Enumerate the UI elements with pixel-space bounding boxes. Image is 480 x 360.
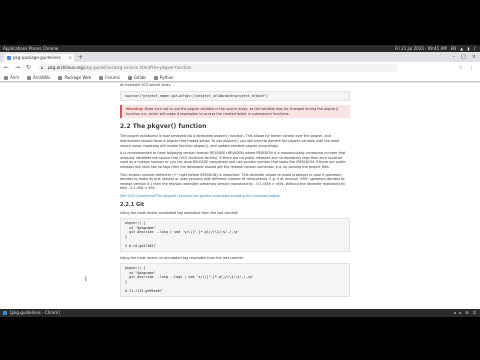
mouse-cursor-icon: I [85, 276, 87, 283]
window-controls: – □ × [453, 54, 476, 60]
warning-label: Warning: [126, 107, 144, 112]
maximize-icon[interactable]: □ [461, 54, 466, 60]
tray-left-icon[interactable]: ◂ [453, 309, 455, 317]
bookmark-icon [27, 75, 32, 80]
paragraph: It is recommended to have following vers… [120, 151, 346, 169]
minimize-icon[interactable]: – [453, 54, 456, 60]
browser-menu-icon[interactable]: ⋮ [469, 64, 474, 72]
bookmark-item[interactable]: Python [153, 74, 174, 81]
bookmark-label: ArchWiki [33, 74, 51, 80]
bookmark-icon [58, 75, 63, 80]
vcs-guidelines-link[interactable]: See VCS Guidelines#The pkgver() function… [120, 194, 350, 199]
page-content[interactable]: An example VCS source array: source=("pr… [0, 83, 480, 309]
new-tab-button[interactable]: + [78, 54, 83, 62]
os-datetime[interactable]: Fri 21 Jul 2023 · 09:41 AM [395, 45, 446, 52]
toolbar-actions: ☆ ⋮ [459, 64, 474, 72]
warning-text: Make sure not to use the pkgver variable… [126, 107, 339, 116]
code-block-source: source=("project_name::git+https://proje… [120, 90, 350, 102]
forward-icon[interactable]: → [15, 64, 20, 72]
battery-icon[interactable]: ▮ [467, 45, 469, 52]
paragraph: Using the most recent annotated tag reac… [120, 210, 239, 215]
video-frame: Applications Places Chrome Fri 21 Jul 20… [0, 0, 480, 360]
tab-pkg-guidelines[interactable]: pkg-package-guidelines × [4, 54, 74, 62]
bookmark-label: Python [159, 74, 174, 80]
os-taskbar: [pkg-guidelines - Chrom] ◂ ▸ ✉ ⏻ [0, 309, 480, 317]
bookmark-label: Gitlab [133, 74, 146, 80]
intro-text: An example VCS source array: [120, 83, 172, 87]
doc-body: An example VCS source array: source=("pr… [120, 83, 350, 301]
mail-icon[interactable]: ✉ [465, 309, 468, 317]
bookmark-item[interactable]: ArchWiki [27, 74, 50, 81]
browser-app-icon [3, 311, 7, 315]
paragraph: The pkgver autobump is now achieved via … [120, 134, 340, 148]
tab-close-icon[interactable]: × [69, 54, 72, 62]
section-heading-pkgver: 2.2 The pkgver() function [120, 123, 207, 131]
tray-right-icon[interactable]: ▸ [459, 309, 461, 317]
warning-admonition: Warning: Make sure not to use the pkgver… [120, 105, 350, 119]
wifi-icon[interactable]: ▲ [460, 45, 463, 52]
bookmark-icon [153, 75, 158, 80]
power-icon[interactable]: ⏻ [473, 309, 476, 317]
taskbar-item-label: [pkg-guidelines - Chrom] [10, 310, 60, 315]
os-tray: Fri 21 Jul 2023 · 09:41 AM EN ▲ ▮ ♪ [395, 45, 476, 52]
bookmarks-bar: Arch ArchWiki Package Web Forums Gitlab … [0, 74, 480, 82]
code-block-git-annotated: pkgver() { cd "$pkgname" git describe --… [120, 218, 350, 252]
url-host: pkg.archlinux.org [48, 65, 83, 70]
bookmark-icon [99, 75, 104, 80]
code-block-git-tags: pkgver() { cd "$pkgname" git describe --… [120, 263, 350, 297]
taskbar-item-browser[interactable]: [pkg-guidelines - Chrom] [3, 309, 60, 317]
close-window-icon[interactable]: × [472, 54, 476, 60]
tab-favicon-icon [7, 56, 11, 60]
bookmark-item[interactable]: Package Web [58, 74, 91, 81]
lock-icon[interactable]: 🔒︎ [41, 64, 43, 72]
back-icon[interactable]: ← [4, 64, 9, 72]
paragraph: The revision number delimiter ("r" right… [120, 172, 346, 191]
desktop-screen: Applications Places Chrome Fri 21 Jul 20… [0, 45, 480, 317]
os-top-panel: Applications Places Chrome Fri 21 Jul 20… [0, 45, 480, 52]
bookmark-item[interactable]: Arch [4, 74, 19, 81]
taskbar-tray: ◂ ▸ ✉ ⏻ [453, 309, 476, 317]
os-menu[interactable]: Applications Places Chrome [3, 45, 58, 52]
tab-strip: pkg-package-guidelines × + – □ × [0, 52, 480, 62]
bookmark-icon [127, 75, 132, 80]
bookmark-label: Forums [105, 74, 120, 80]
volume-icon[interactable]: ♪ [473, 45, 476, 52]
section-heading-git: 2.2.1 Git [120, 201, 145, 208]
tab-title: pkg-package-guidelines [13, 55, 61, 60]
bookmark-item[interactable]: Forums [99, 74, 120, 81]
address-bar[interactable]: 🔒︎ pkg.archlinux.org/pkg-guidelines/pkg-… [38, 64, 398, 72]
bookmark-item[interactable]: Gitlab [127, 74, 146, 81]
keyboard-layout-indicator[interactable]: EN [451, 45, 457, 52]
bookmark-label: Arch [10, 74, 20, 80]
bookmark-star-icon[interactable]: ☆ [459, 64, 463, 72]
bookmark-icon [4, 75, 8, 80]
bookmark-label: Package Web [64, 74, 92, 80]
paragraph: Using the most recent un-annotated tag r… [120, 255, 244, 260]
reload-icon[interactable]: ↻ [26, 64, 31, 72]
browser-toolbar: ← → ↻ 🔒︎ pkg.archlinux.org/pkg-guideline… [0, 62, 480, 74]
url-path: /pkg-guidelines/pkg-version.html#the-pkg… [82, 65, 192, 70]
